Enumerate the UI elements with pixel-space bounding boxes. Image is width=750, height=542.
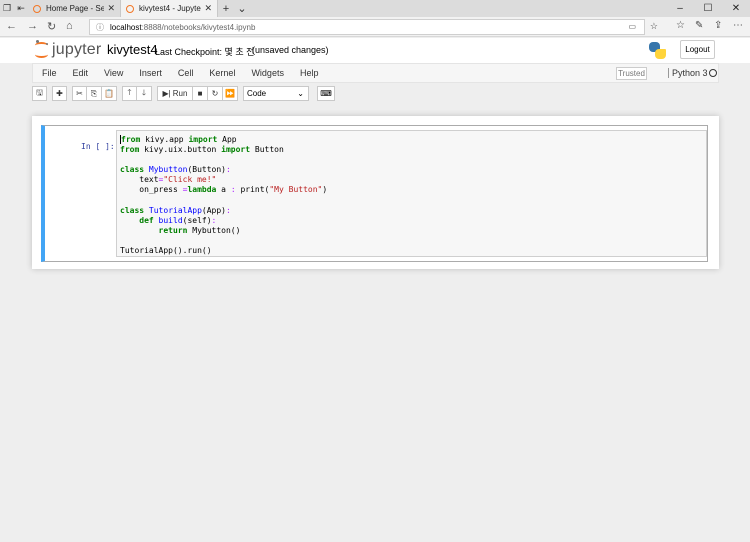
url-input[interactable]: ⓘ localhost:8888/notebooks/kivytest4.ipy… bbox=[89, 19, 658, 35]
code-line: ​ bbox=[120, 236, 706, 246]
input-prompt: In [ ]: bbox=[81, 142, 115, 151]
jupyter-logo-icon bbox=[35, 40, 48, 60]
code-line: text="Click me!" bbox=[120, 175, 217, 185]
favorite-star-icon[interactable]: ☆ bbox=[650, 21, 658, 32]
forward-arrow-icon[interactable]: → bbox=[27, 20, 38, 32]
notebook-container: In [ ]: from kivy.app import App from kiv… bbox=[32, 116, 719, 269]
menu-kernel[interactable]: Kernel bbox=[201, 64, 243, 82]
step-forward-icon: ▶| bbox=[162, 89, 171, 98]
save-icon[interactable]: 🖫 bbox=[32, 86, 47, 101]
fast-forward-icon[interactable]: ⏩ bbox=[223, 86, 238, 101]
code-line: ​ bbox=[120, 155, 706, 165]
python-logo-icon bbox=[649, 42, 666, 59]
pen-icon[interactable]: ✎ bbox=[695, 20, 703, 31]
code-line: def build(self): bbox=[139, 215, 217, 225]
move-down-icon[interactable]: 🡓 bbox=[137, 86, 152, 101]
cut-icon[interactable]: ✂ bbox=[72, 86, 87, 101]
menu-insert[interactable]: Insert bbox=[131, 64, 170, 82]
jupyter-header: jupyter kivytest4 Last Checkpoint: 몇 초 전… bbox=[0, 38, 750, 63]
cell-type-select[interactable]: Code ⌄ bbox=[243, 86, 309, 101]
jupyter-logo[interactable]: jupyter bbox=[35, 40, 101, 60]
cell-type-value: Code bbox=[247, 89, 267, 98]
browser-tab-notebook[interactable]: kivytest4 - Jupyter Note ✕ bbox=[121, 0, 218, 17]
browser-address-bar: ← → ↻ ⌂ ⓘ localhost:8888/notebooks/kivyt… bbox=[0, 17, 750, 37]
code-line: TutorialApp().run() bbox=[120, 246, 212, 256]
reading-view-icon[interactable]: ▭ bbox=[628, 22, 636, 31]
info-icon: ⓘ bbox=[96, 22, 104, 32]
back-arrow-icon[interactable]: ← bbox=[6, 20, 17, 32]
browser-tab-home[interactable]: Home Page - Select or crea ✕ bbox=[28, 0, 121, 17]
notebook-toolbar: 🖫 ✚ ✂ ⎘ 📋 🡑 🡓 ▶| Run ■ ↻ ⏩ Code ⌄ ⌨ bbox=[32, 83, 719, 104]
code-line: ​ bbox=[120, 196, 706, 206]
trusted-badge[interactable]: Trusted bbox=[616, 67, 647, 80]
code-line: class TutorialApp(App): bbox=[120, 205, 231, 215]
move-up-icon[interactable]: 🡑 bbox=[122, 86, 137, 101]
code-line: on_press =lambda a : print("My Button") bbox=[120, 185, 328, 195]
more-icon[interactable]: ⋯ bbox=[733, 20, 743, 31]
run-label: Run bbox=[172, 89, 188, 98]
url-path: :8888/notebooks/kivytest4.ipynb bbox=[141, 22, 256, 32]
close-tab-icon[interactable]: ✕ bbox=[107, 3, 115, 14]
refresh-icon[interactable]: ↻ bbox=[47, 20, 56, 33]
code-line: class Mybutton(Button): bbox=[120, 165, 231, 175]
autosave-status: (unsaved changes) bbox=[252, 45, 329, 55]
menu-edit[interactable]: Edit bbox=[65, 64, 97, 82]
menubar: File Edit View Insert Cell Kernel Widget… bbox=[32, 63, 719, 83]
menu-cell[interactable]: Cell bbox=[170, 64, 202, 82]
kernel-name[interactable]: Python 3 bbox=[668, 68, 708, 78]
keyboard-icon[interactable]: ⌨ bbox=[317, 86, 335, 101]
url-host: localhost bbox=[110, 22, 142, 32]
tab-actions-icon[interactable]: ❐ bbox=[0, 0, 14, 17]
code-cell[interactable]: In [ ]: from kivy.app import App from kiv… bbox=[41, 125, 708, 262]
maximize-icon[interactable]: ☐ bbox=[694, 0, 722, 17]
menu-widgets[interactable]: Widgets bbox=[243, 64, 292, 82]
notebook-name[interactable]: kivytest4 bbox=[107, 42, 158, 57]
home-icon[interactable]: ⌂ bbox=[66, 20, 73, 32]
close-window-icon[interactable]: ✕ bbox=[722, 0, 750, 17]
restart-icon[interactable]: ↻ bbox=[208, 86, 223, 101]
copy-icon[interactable]: ⎘ bbox=[87, 86, 102, 101]
chevron-down-icon[interactable]: ⌄ bbox=[234, 0, 250, 17]
close-tab-icon[interactable]: ✕ bbox=[204, 3, 212, 14]
kernel-idle-icon bbox=[709, 69, 717, 77]
tab-title: Home Page - Select or crea bbox=[46, 4, 105, 13]
share-icon[interactable]: ⇪ bbox=[714, 20, 722, 31]
jupyter-favicon-icon bbox=[33, 4, 41, 13]
run-button[interactable]: ▶| Run bbox=[157, 86, 193, 101]
menu-help[interactable]: Help bbox=[292, 64, 327, 82]
tab-title: kivytest4 - Jupyter Note bbox=[139, 4, 202, 13]
jupyter-favicon-icon bbox=[126, 4, 134, 13]
checkpoint-status: Last Checkpoint: 몇 초 전 bbox=[155, 47, 255, 57]
favorites-icon[interactable]: ☆ bbox=[676, 20, 685, 31]
logout-button[interactable]: Logout bbox=[680, 40, 715, 59]
code-line: from kivy.uix.button import Button bbox=[120, 145, 284, 155]
tab-back-icon[interactable]: ⇤ bbox=[14, 0, 28, 17]
paste-icon[interactable]: 📋 bbox=[102, 86, 117, 101]
window-controls: – ☐ ✕ bbox=[666, 0, 750, 17]
insert-cell-icon[interactable]: ✚ bbox=[52, 86, 67, 101]
menu-file[interactable]: File bbox=[33, 64, 65, 82]
chevron-down-icon: ⌄ bbox=[297, 89, 304, 98]
code-line: return Mybutton() bbox=[158, 225, 241, 235]
minimize-icon[interactable]: – bbox=[666, 0, 694, 17]
stop-icon[interactable]: ■ bbox=[193, 86, 208, 101]
code-line: from kivy.app import App bbox=[120, 135, 237, 144]
logo-text: jupyter bbox=[52, 41, 102, 58]
menu-view[interactable]: View bbox=[96, 64, 131, 82]
browser-tab-bar: ❐ ⇤ Home Page - Select or crea ✕ kivytes… bbox=[0, 0, 750, 17]
new-tab-icon[interactable]: + bbox=[218, 0, 234, 17]
code-editor[interactable]: from kivy.app import App from kivy.uix.bu… bbox=[116, 130, 707, 257]
